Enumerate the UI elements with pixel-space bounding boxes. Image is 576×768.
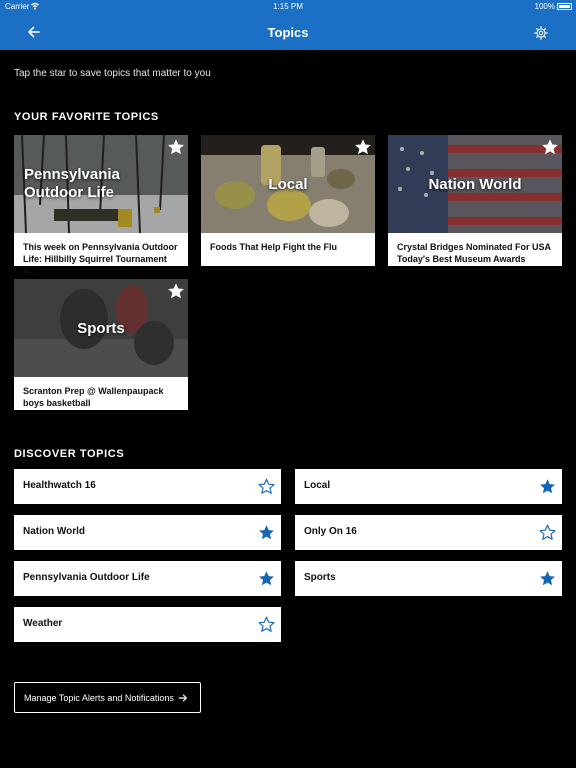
battery-percentage: 100% bbox=[534, 2, 555, 11]
star-filled-icon[interactable] bbox=[258, 570, 275, 587]
navigation-bar: Topics bbox=[0, 14, 576, 50]
topic-label: Pennsylvania Outdoor Life bbox=[23, 572, 150, 583]
manage-alerts-button[interactable]: Manage Topic Alerts and Notifications bbox=[14, 682, 201, 713]
favorite-card-sports[interactable]: Sports Scranton Prep @ Wallenpaupack boy… bbox=[14, 279, 188, 410]
topic-label: Sports bbox=[304, 572, 336, 583]
arrow-right-icon bbox=[178, 694, 187, 702]
topic-label: Local bbox=[304, 480, 331, 491]
topic-label: Nation World bbox=[23, 526, 86, 537]
topic-row-weather[interactable]: Weather bbox=[14, 607, 281, 642]
star-filled-icon[interactable] bbox=[541, 138, 559, 156]
instructions-text: Tap the star to save topics that matter … bbox=[14, 68, 211, 79]
card-topic-title: Sports bbox=[77, 319, 125, 337]
star-outline-icon[interactable] bbox=[539, 524, 556, 541]
clock: 1:15 PM bbox=[273, 2, 303, 11]
card-topic-title: Pennsylvania Outdoor Life bbox=[24, 166, 120, 201]
manage-alerts-label: Manage Topic Alerts and Notifications bbox=[24, 693, 174, 703]
favorite-card-local[interactable]: Local Foods That Help Fight the Flu bbox=[201, 135, 375, 266]
gear-icon[interactable] bbox=[534, 26, 548, 40]
favorite-card-pennsylvania-outdoor-life[interactable]: Pennsylvania Outdoor Life This week on P… bbox=[14, 135, 188, 275]
star-filled-icon[interactable] bbox=[539, 570, 556, 587]
star-outline-icon[interactable] bbox=[258, 478, 275, 495]
star-filled-icon[interactable] bbox=[167, 282, 185, 300]
star-filled-icon[interactable] bbox=[354, 138, 372, 156]
battery-icon bbox=[557, 3, 572, 10]
card-topic-title: Nation World bbox=[428, 175, 522, 193]
card-topic-title: Local bbox=[268, 175, 308, 193]
star-outline-icon[interactable] bbox=[258, 616, 275, 633]
status-bar: Carrier 1:15 PM 100% bbox=[0, 0, 576, 14]
card-headline: Scranton Prep @ Wallenpaupack boys baske… bbox=[23, 386, 164, 408]
topic-label: Only On 16 bbox=[304, 526, 357, 537]
topic-row-sports[interactable]: Sports bbox=[295, 561, 562, 596]
discover-heading: DISCOVER TOPICS bbox=[14, 448, 125, 460]
favorites-heading: YOUR FAVORITE TOPICS bbox=[14, 111, 159, 123]
favorite-card-nation-world[interactable]: Nation World Crystal Bridges Nominated F… bbox=[388, 135, 562, 266]
topic-row-healthwatch-16[interactable]: Healthwatch 16 bbox=[14, 469, 281, 504]
topic-row-local[interactable]: Local bbox=[295, 469, 562, 504]
star-filled-icon[interactable] bbox=[258, 524, 275, 541]
page-title: Topics bbox=[267, 25, 309, 40]
card-headline: Foods That Help Fight the Flu bbox=[210, 242, 337, 252]
topic-row-nation-world[interactable]: Nation World bbox=[14, 515, 281, 550]
card-headline: Crystal Bridges Nominated For USA Today'… bbox=[397, 242, 551, 264]
card-headline: This week on Pennsylvania Outdoor Life: … bbox=[23, 242, 178, 275]
topic-row-only-on-16[interactable]: Only On 16 bbox=[295, 515, 562, 550]
topic-label: Healthwatch 16 bbox=[23, 480, 96, 491]
star-filled-icon[interactable] bbox=[167, 138, 185, 156]
star-filled-icon[interactable] bbox=[539, 478, 556, 495]
topic-label: Weather bbox=[23, 618, 63, 629]
topic-row-pennsylvania-outdoor-life[interactable]: Pennsylvania Outdoor Life bbox=[14, 561, 281, 596]
